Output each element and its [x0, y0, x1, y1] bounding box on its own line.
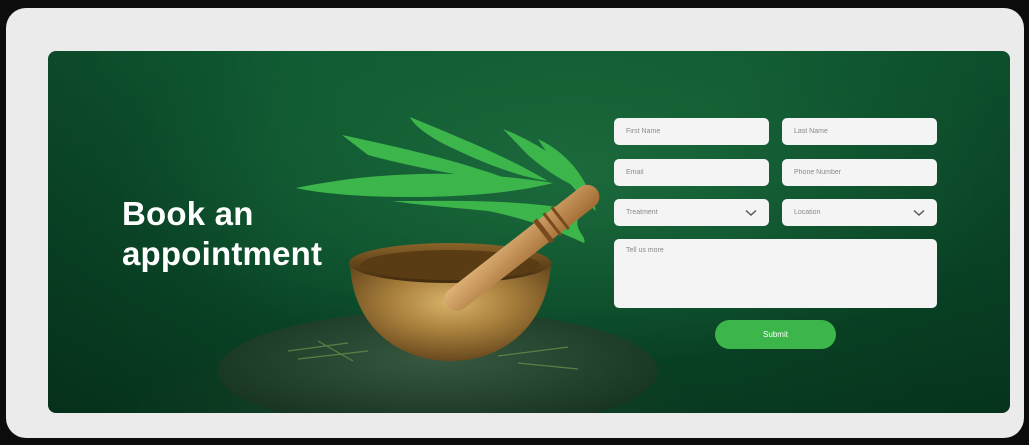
email-input[interactable]: [614, 159, 769, 186]
page-title: Book an appointment: [122, 194, 322, 274]
chevron-down-icon: [745, 209, 757, 216]
treatment-select-label: Treatment: [626, 209, 658, 216]
booking-banner: Book an appointment Treatment Location: [48, 51, 1010, 413]
title-line-2: appointment: [122, 235, 323, 272]
location-select-label: Location: [794, 209, 821, 216]
phone-number-input[interactable]: [782, 159, 937, 186]
message-textarea[interactable]: [614, 239, 937, 308]
outer-frame: Book an appointment Treatment Location: [6, 8, 1024, 438]
first-name-input[interactable]: [614, 118, 769, 145]
chevron-down-icon: [913, 209, 925, 216]
submit-button[interactable]: Submit: [715, 320, 836, 349]
last-name-input[interactable]: [782, 118, 937, 145]
treatment-select[interactable]: Treatment: [614, 199, 769, 226]
location-select[interactable]: Location: [782, 199, 937, 226]
title-line-1: Book an: [122, 195, 254, 232]
